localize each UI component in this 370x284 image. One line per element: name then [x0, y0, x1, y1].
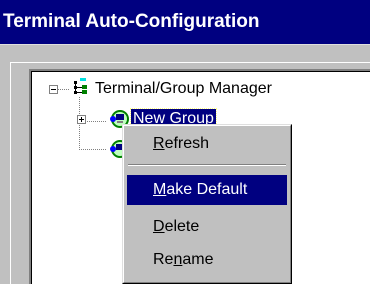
menu-separator — [128, 164, 286, 166]
window-title: Terminal Auto-Configuration — [3, 11, 260, 32]
app-window: Terminal Auto-Configuration Terminal/Gro… — [0, 0, 370, 284]
menu-item-rename[interactable]: Rename — [127, 245, 287, 275]
tree-connector — [79, 149, 107, 150]
expand-toggle[interactable] — [77, 115, 86, 124]
tree-root-label[interactable]: Terminal/Group Manager — [95, 79, 272, 99]
window-title-bar: Terminal Auto-Configuration — [0, 0, 370, 44]
menu-item-make-default[interactable]: Make Default — [127, 175, 287, 205]
collapse-toggle[interactable] — [49, 85, 58, 94]
menu-item-delete[interactable]: Delete — [127, 212, 287, 242]
tree-connector — [58, 89, 70, 90]
menu-item-refresh[interactable]: Refresh — [127, 129, 287, 159]
context-menu: Refresh Make Default Delete Rename — [122, 124, 292, 284]
terminal-group-manager-icon — [73, 76, 89, 98]
